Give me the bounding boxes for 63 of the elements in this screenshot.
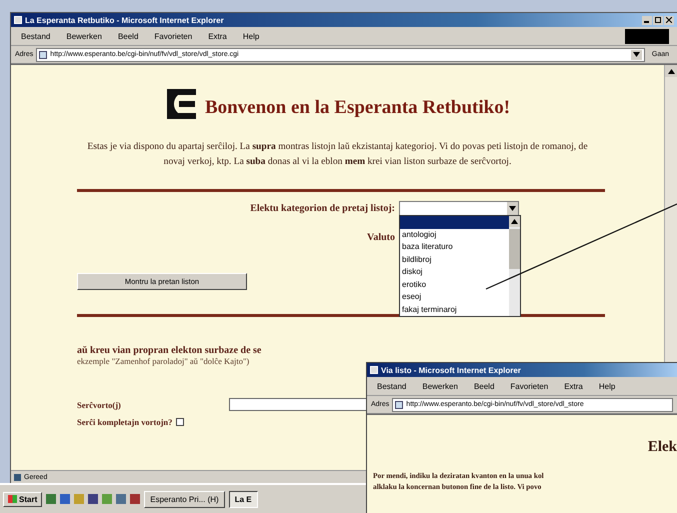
dropdown-option[interactable]: fakaj terminaroj <box>400 304 509 316</box>
close-icon <box>666 17 672 23</box>
dropdown-option[interactable]: eseoj <box>400 291 509 304</box>
quick-launch-icon[interactable] <box>130 494 140 504</box>
dropdown-option[interactable]: diskoj <box>400 266 509 278</box>
dropdown-option[interactable]: antologioj <box>400 228 509 241</box>
search-hint: ekzemple "Zamenhof paroladoj" aŭ "dolĉe Kajto") <box>77 356 250 366</box>
minimize-button[interactable] <box>642 16 652 24</box>
page-heading: Elek <box>648 439 677 455</box>
dropdown-option[interactable]: bildlibroj <box>400 254 509 266</box>
category-dropdown[interactable] <box>399 201 519 216</box>
dropdown-button[interactable] <box>507 202 518 215</box>
throbber-icon <box>625 28 669 44</box>
menu-item[interactable]: Extra <box>206 30 229 42</box>
whole-words-checkbox[interactable] <box>176 418 184 426</box>
quick-launch-icon[interactable] <box>116 494 126 504</box>
menu-item[interactable]: Beeld <box>116 30 140 42</box>
intro-paragraph: Estas je via dispono du apartaj serĉiloj. La supra montras listojn laŭ ekzistantaj kategorioj. Vi do povas peti listojn de romanoj, de novaj verkoj, ktp. La suba donas al vi la eblon mem krei vian liston surbaze de serĉvortoj. <box>86 140 589 169</box>
currency-label: Valuto <box>366 232 396 243</box>
taskbar-button[interactable]: Esperanto Pri... (H) <box>144 490 225 508</box>
logo <box>164 87 199 121</box>
maximize-icon <box>655 17 661 23</box>
windows-logo-icon <box>8 495 17 503</box>
caret-down-icon <box>632 52 640 57</box>
close-button[interactable] <box>664 16 674 24</box>
window-title: Via listo - Microsoft Internet Explorer <box>381 366 522 374</box>
page-icon <box>395 400 404 408</box>
caret-up-icon <box>511 219 518 224</box>
menu-item[interactable]: Favorieten <box>152 30 194 42</box>
quick-launch-icon[interactable] <box>60 494 70 504</box>
menu-item[interactable]: Extra <box>562 380 585 392</box>
quick-launch-icon[interactable] <box>88 494 98 504</box>
menu-item[interactable]: Help <box>596 380 618 392</box>
menu-item[interactable]: Bestand <box>19 30 52 42</box>
whole-words-label: Serĉi kompletajn vortojn? <box>77 417 172 427</box>
window-title: La Esperanta Retbutiko - Microsoft Internet Explorer <box>25 16 225 24</box>
menu-item[interactable]: Bewerken <box>420 380 460 392</box>
page-icon <box>39 50 48 58</box>
scroll-up-button[interactable] <box>665 65 677 77</box>
dropdown-button[interactable] <box>630 50 642 60</box>
menu-item[interactable]: Help <box>240 30 262 42</box>
browser-icon <box>14 16 22 24</box>
taskbar-button[interactable]: La E <box>228 490 258 508</box>
caret-down-icon <box>509 206 516 211</box>
menu-item[interactable]: Bestand <box>375 380 408 392</box>
browser-icon <box>370 366 378 374</box>
dropdown-option[interactable]: erotiko <box>400 278 509 291</box>
caret-up-icon <box>668 68 674 74</box>
scrollbar[interactable] <box>509 216 520 316</box>
search-heading: aŭ kreu vian propran elekton surbaze de se <box>77 345 262 356</box>
scroll-up-button[interactable] <box>509 216 520 227</box>
menu-item[interactable]: Beeld <box>472 380 496 392</box>
menu-item[interactable]: Bewerken <box>64 30 104 42</box>
page-heading: Bonvenon en la Esperanta Retbutiko! <box>204 97 510 119</box>
dropdown-option[interactable]: baza literaturo <box>400 241 509 254</box>
category-label: Elektu kategorion de pretaj listoj: <box>249 203 396 214</box>
maximize-button[interactable] <box>653 16 663 24</box>
page-icon <box>14 474 21 480</box>
menu-item[interactable]: Favorieten <box>508 380 550 392</box>
keyword-label: Serĉvorto(j) <box>77 400 122 410</box>
quick-launch-icon[interactable] <box>46 494 56 504</box>
start-button[interactable]: Start <box>3 492 42 506</box>
keyword-field[interactable] <box>229 398 369 411</box>
